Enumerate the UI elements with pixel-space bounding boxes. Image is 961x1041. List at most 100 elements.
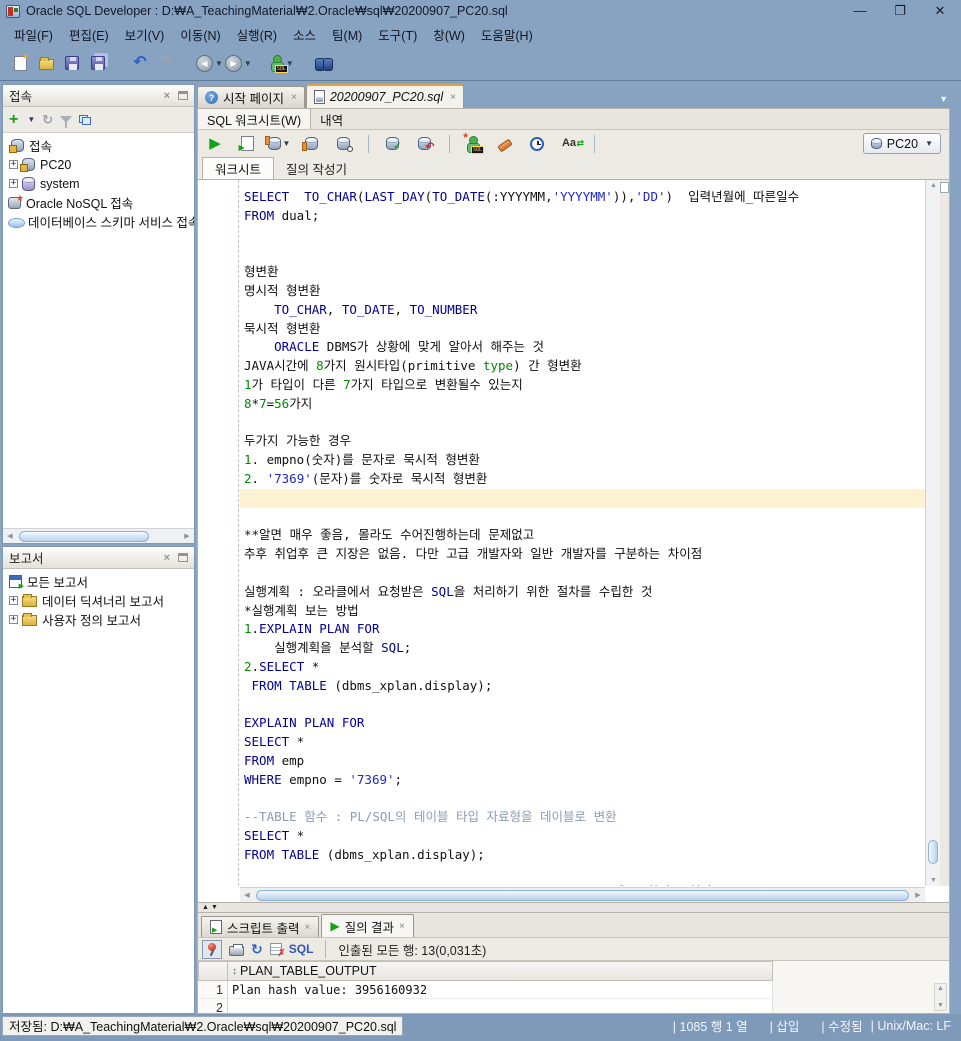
close-icon[interactable]: × <box>164 90 170 102</box>
menu-item[interactable]: 이동(N) <box>172 23 228 46</box>
table-row[interactable]: 1 Plan hash value: 3956160932 <box>198 981 773 999</box>
case-toggle-button[interactable]: Aa ⇄ <box>557 132 584 156</box>
close-icon[interactable]: × <box>399 921 405 932</box>
open-file-button[interactable] <box>34 51 58 75</box>
scroll-right-icon[interactable]: ▶ <box>180 532 194 540</box>
grid-scrollbar[interactable]: ▲ ▼ <box>934 983 947 1011</box>
result-grid[interactable]: ↕ PLAN_TABLE_OUTPUT 1 Plan hash value: 3… <box>198 961 949 1013</box>
minimize-button[interactable]: — <box>853 3 867 19</box>
refresh-icon[interactable]: ↻ <box>42 113 53 126</box>
save-all-button[interactable] <box>86 51 110 75</box>
tree-item[interactable]: + system <box>3 174 194 193</box>
redo-button[interactable]: ↷ <box>154 51 178 75</box>
column-header[interactable]: ↕ PLAN_TABLE_OUTPUT <box>228 961 773 981</box>
refresh-icon[interactable]: ↻ <box>251 942 263 956</box>
chevron-down-icon[interactable]: ▼ <box>215 59 223 68</box>
expand-icon[interactable]: + <box>9 179 18 188</box>
scroll-right-icon[interactable]: ▶ <box>911 891 925 899</box>
scroll-left-icon[interactable]: ◀ <box>3 532 17 540</box>
panel-splitter[interactable]: ▲ ▼ <box>197 903 950 912</box>
tab-start-page[interactable]: ? 시작 페이지 × <box>197 86 305 108</box>
tree-item[interactable]: Oracle NoSQL 접속 <box>3 193 194 212</box>
commit-button[interactable]: ✓ <box>380 132 404 156</box>
horizontal-scrollbar[interactable]: ◀ ▶ <box>3 528 194 543</box>
maximize-button[interactable]: ❐ <box>893 3 907 19</box>
tab-sql-file[interactable]: 20200907_PC20.sql × <box>305 84 464 108</box>
tree-item[interactable]: 모든 보고서 <box>3 572 194 591</box>
delete-result-icon[interactable] <box>269 943 286 959</box>
menu-item[interactable]: 소스 <box>285 23 324 46</box>
sort-icon[interactable]: ↕ <box>232 966 237 977</box>
connection-select[interactable]: PC20 ▼ <box>862 133 941 154</box>
save-button[interactable] <box>60 51 84 75</box>
vertical-scrollbar[interactable]: ▲ ▼ <box>925 180 940 886</box>
undo-button[interactable]: ↶ <box>128 51 152 75</box>
tree-item[interactable]: 접속 <box>3 136 194 155</box>
cell-value[interactable]: Plan hash value: 3956160932 <box>228 981 773 999</box>
expand-icon[interactable]: + <box>9 615 18 624</box>
cell-value[interactable] <box>228 999 773 1013</box>
chevron-down-icon[interactable]: ▼ <box>27 115 35 124</box>
close-icon[interactable]: × <box>450 92 456 103</box>
menu-item[interactable]: 도움말(H) <box>473 23 541 46</box>
tab-sql-worksheet[interactable]: SQL 워크시트(W) <box>198 109 312 129</box>
scroll-up-icon[interactable]: ▲ <box>935 985 946 992</box>
tree-item[interactable]: + 사용자 정의 보고서 <box>3 610 194 629</box>
scrollbar-thumb[interactable] <box>256 889 909 901</box>
menu-item[interactable]: 보기(V) <box>117 23 173 46</box>
back-button[interactable]: ◀ ▼ <box>196 51 223 75</box>
tab-query-builder[interactable]: 질의 작성기 <box>274 157 359 179</box>
print-icon[interactable] <box>229 943 244 956</box>
close-icon[interactable]: × <box>291 92 297 103</box>
collapse-up-icon[interactable]: ▲ <box>202 904 209 911</box>
menu-item[interactable]: 실행(R) <box>229 23 285 46</box>
tree-item[interactable]: 데이터베이스 스키마 서비스 접속 <box>3 212 194 231</box>
collapse-down-icon[interactable]: ▼ <box>211 904 218 911</box>
forward-button[interactable]: ▶ ▼ <box>224 51 252 75</box>
scroll-down-icon[interactable]: ▼ <box>926 877 941 884</box>
code-area[interactable]: SELECT TO_CHAR(LAST_DAY(TO_DATE(:YYYYMM,… <box>240 180 925 886</box>
rollback-button[interactable]: ↶ <box>412 132 436 156</box>
expand-icon[interactable]: + <box>9 160 18 169</box>
tree-item[interactable]: + PC20 <box>3 155 194 174</box>
minimize-icon[interactable] <box>178 91 188 100</box>
tree-item[interactable]: + 데이터 딕셔너리 보고서 <box>3 591 194 610</box>
scroll-down-icon[interactable]: ▼ <box>935 1002 946 1009</box>
new-worksheet-button[interactable]: SQL ▼ <box>270 51 294 75</box>
add-connection-button[interactable]: + <box>9 111 18 128</box>
close-icon[interactable]: × <box>164 552 170 564</box>
clear-button[interactable] <box>493 132 517 156</box>
tab-script-output[interactable]: 스크립트 출력 × <box>201 916 320 937</box>
sql-editor[interactable]: SELECT TO_CHAR(LAST_DAY(TO_DATE(:YYYYMM,… <box>197 179 950 903</box>
menu-item[interactable]: 편집(E) <box>61 23 117 46</box>
tab-worksheet[interactable]: 워크시트 <box>202 157 275 179</box>
sql-link[interactable]: SQL <box>289 942 314 956</box>
autotrace-button[interactable]: ▼ <box>264 132 291 156</box>
chevron-down-icon[interactable]: ▼ <box>244 59 252 68</box>
close-button[interactable]: ✕ <box>933 3 947 19</box>
minimize-icon[interactable] <box>178 553 188 562</box>
tab-list-dropdown-icon[interactable]: ▼ <box>939 94 948 104</box>
scroll-left-icon[interactable]: ◀ <box>240 891 254 899</box>
scroll-up-icon[interactable]: ▲ <box>926 182 941 189</box>
table-row[interactable]: 2 <box>198 999 773 1013</box>
chevron-down-icon[interactable]: ▼ <box>283 139 291 148</box>
split-editor-handle[interactable] <box>940 182 949 193</box>
sql-tuning-button[interactable] <box>331 132 355 156</box>
history-button[interactable] <box>525 132 549 156</box>
scrollbar-thumb[interactable] <box>928 840 938 864</box>
search-button[interactable] <box>312 51 336 75</box>
menu-item[interactable]: 창(W) <box>425 23 473 46</box>
resize-grip[interactable] <box>948 1028 960 1040</box>
run-statement-button[interactable]: ▶ <box>203 132 227 156</box>
pin-button[interactable] <box>202 939 222 959</box>
menu-item[interactable]: 팀(M) <box>324 23 370 46</box>
new-file-button[interactable] <box>8 51 32 75</box>
collapse-connections-icon[interactable] <box>79 114 92 125</box>
run-script-button[interactable] <box>235 132 259 156</box>
monitor-sql-button[interactable]: ★ SQL <box>461 131 485 156</box>
filter-icon[interactable] <box>60 116 73 128</box>
explain-plan-button[interactable] <box>299 132 323 156</box>
menu-item[interactable]: 도구(T) <box>370 23 425 46</box>
expand-icon[interactable]: + <box>9 596 18 605</box>
